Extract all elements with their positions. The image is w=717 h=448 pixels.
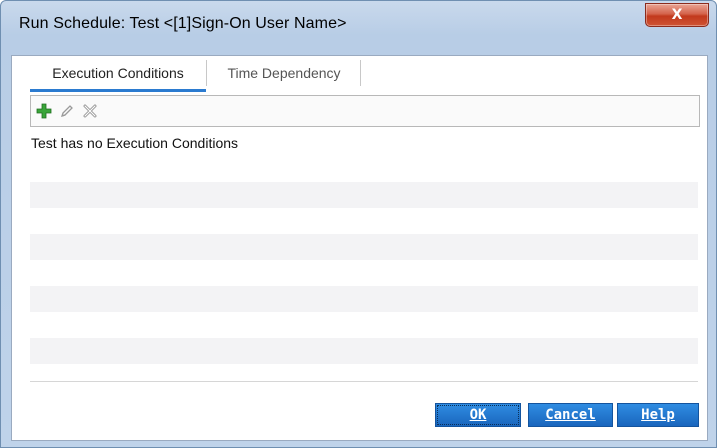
tab-execution-conditions[interactable]: Execution Conditions	[30, 56, 206, 92]
empty-state-message: Test has no Execution Conditions	[31, 135, 239, 151]
tab-divider	[206, 60, 207, 86]
ok-button[interactable]: OK	[435, 403, 521, 427]
tab-label: Time Dependency	[227, 65, 341, 81]
footer-divider	[30, 381, 698, 382]
edit-icon[interactable]	[59, 103, 75, 119]
tab-strip: Execution Conditions Time Dependency	[30, 56, 690, 92]
conditions-grid	[30, 155, 698, 380]
close-icon: X	[671, 7, 683, 23]
tab-label: Execution Conditions	[52, 65, 184, 81]
run-schedule-dialog: Run Schedule: Test <[1]Sign-On User Name…	[0, 0, 717, 448]
help-button[interactable]: Help	[617, 403, 699, 427]
grid-row	[30, 234, 698, 260]
tab-divider	[360, 60, 361, 86]
title-bar[interactable]: Run Schedule: Test <[1]Sign-On User Name…	[1, 1, 716, 55]
grid-row	[30, 338, 698, 364]
dialog-body: Execution Conditions Time Dependency Tes…	[11, 55, 708, 441]
tab-time-dependency[interactable]: Time Dependency	[208, 56, 360, 90]
delete-icon[interactable]	[82, 103, 98, 119]
active-tab-indicator	[30, 89, 206, 92]
cancel-button[interactable]: Cancel	[528, 403, 613, 427]
conditions-toolbar	[30, 95, 700, 127]
grid-row	[30, 182, 698, 208]
grid-row	[30, 286, 698, 312]
close-button[interactable]: X	[645, 3, 709, 27]
dialog-title: Run Schedule: Test <[1]Sign-On User Name…	[19, 15, 347, 32]
add-icon[interactable]	[36, 103, 52, 119]
